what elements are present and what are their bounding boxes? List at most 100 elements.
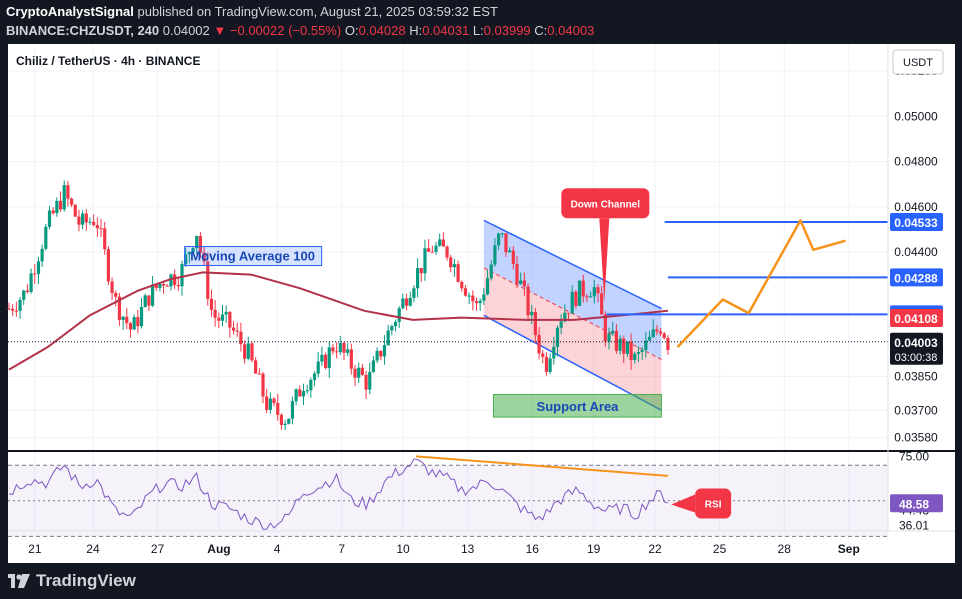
candle-body [316, 361, 320, 374]
candle-body [18, 299, 22, 311]
chart-title: Chiliz / TetherUS · 4h · BINANCE [16, 54, 200, 68]
candle-body [73, 204, 77, 217]
candle-body [47, 210, 52, 227]
candle-body [158, 284, 162, 289]
candle-body [235, 330, 239, 332]
close-label: C: [534, 23, 548, 38]
brand-name: TradingView [36, 571, 136, 590]
candle-body [434, 245, 438, 252]
candle-body [574, 291, 578, 306]
candle-body [544, 356, 549, 372]
candle-body [463, 288, 468, 296]
time-tick-label: 28 [778, 542, 792, 556]
symbol-info: BINANCE:CHZUSDT, 240 0.04002 ▼ −0.00022 … [6, 23, 594, 38]
candle-body [250, 343, 254, 361]
candle-body [150, 284, 155, 306]
candle-body [555, 327, 560, 347]
candle-body [176, 285, 180, 287]
time-tick-label: 24 [86, 542, 100, 556]
candle-body [77, 216, 81, 225]
candle-body [95, 225, 99, 229]
candle-body [125, 316, 129, 324]
candle-body [404, 298, 409, 306]
candle-body [298, 389, 302, 397]
candle-body [548, 358, 552, 372]
change-value: −0.00022 (−0.55%) [229, 23, 342, 38]
candle-body [357, 367, 361, 378]
footer: TradingView [0, 563, 962, 599]
candle-body [99, 228, 103, 230]
candle-body [460, 281, 464, 289]
candle-body [511, 250, 515, 264]
candle-body [265, 396, 269, 410]
candle-body [541, 353, 545, 357]
time-tick-label: 27 [151, 542, 165, 556]
candle-body [11, 308, 15, 311]
last-price-label: 0.04003 [894, 336, 938, 350]
time-tick-label: Aug [207, 542, 230, 556]
candle-body [552, 346, 556, 359]
candle-body [213, 309, 217, 318]
time-tick-label: 22 [648, 542, 662, 556]
rsi-callout-label: RSI [705, 500, 722, 511]
candle-body [335, 351, 339, 353]
candle-body [493, 245, 497, 265]
candle-body [622, 338, 626, 354]
candle-body [393, 321, 398, 327]
candle-body [600, 293, 604, 315]
published-text: published on TradingView.com, August 21,… [137, 4, 498, 19]
candle-body [69, 198, 74, 205]
candle-body [474, 301, 479, 304]
candle-body [22, 290, 26, 300]
low-value: 0.03999 [483, 23, 531, 38]
candle-body [283, 423, 287, 425]
candle-body [294, 389, 298, 402]
candle-body [570, 291, 574, 314]
candle-body [220, 314, 225, 321]
candle-body [522, 280, 526, 287]
candle-body [611, 330, 615, 334]
tradingview-logo[interactable]: TradingView [8, 571, 136, 591]
candle-body [364, 374, 368, 390]
currency-button[interactable]: USDT [892, 49, 944, 75]
candle-body [508, 250, 512, 253]
candle-body [585, 296, 589, 298]
candle-body [279, 414, 284, 425]
price-tick-label: 0.03850 [894, 369, 938, 383]
candle-body [592, 287, 596, 297]
candle-body [519, 280, 523, 284]
candle-body [438, 239, 442, 246]
countdown-label: 03:00:38 [895, 352, 938, 364]
candle-body [416, 268, 420, 289]
candle-body [7, 308, 11, 310]
close-value: 0.04003 [547, 23, 595, 38]
candle-body [224, 311, 228, 315]
candle-body [655, 329, 659, 332]
candle-body [33, 273, 37, 275]
candle-body [342, 343, 346, 353]
high-label: H: [409, 23, 423, 38]
candle-body [139, 306, 144, 327]
candle-body [353, 368, 357, 378]
price-tick-label: 0.03700 [894, 403, 938, 417]
candle-body [58, 200, 63, 210]
candle-body [346, 349, 350, 353]
candle-body [530, 311, 534, 316]
publisher-name[interactable]: CryptoAnalystSignal [6, 4, 134, 19]
candle-body [430, 251, 434, 253]
down-arrow-icon: ▼ [213, 23, 227, 38]
candle-body [180, 264, 184, 287]
candle-body [246, 343, 250, 359]
candle-body [165, 285, 169, 287]
candle-body [423, 248, 427, 274]
candle-body [390, 326, 394, 331]
price-chart[interactable]: Support Area Moving Average 100 Down Chann… [0, 44, 962, 563]
candle-body [452, 264, 457, 268]
candle-body [633, 353, 637, 361]
candle-body [88, 221, 92, 223]
candle-body [268, 398, 272, 410]
open-value: 0.04028 [358, 23, 406, 38]
price-tick-label: 0.05000 [894, 109, 938, 123]
candle-body [92, 221, 96, 226]
candle-body [14, 310, 18, 312]
